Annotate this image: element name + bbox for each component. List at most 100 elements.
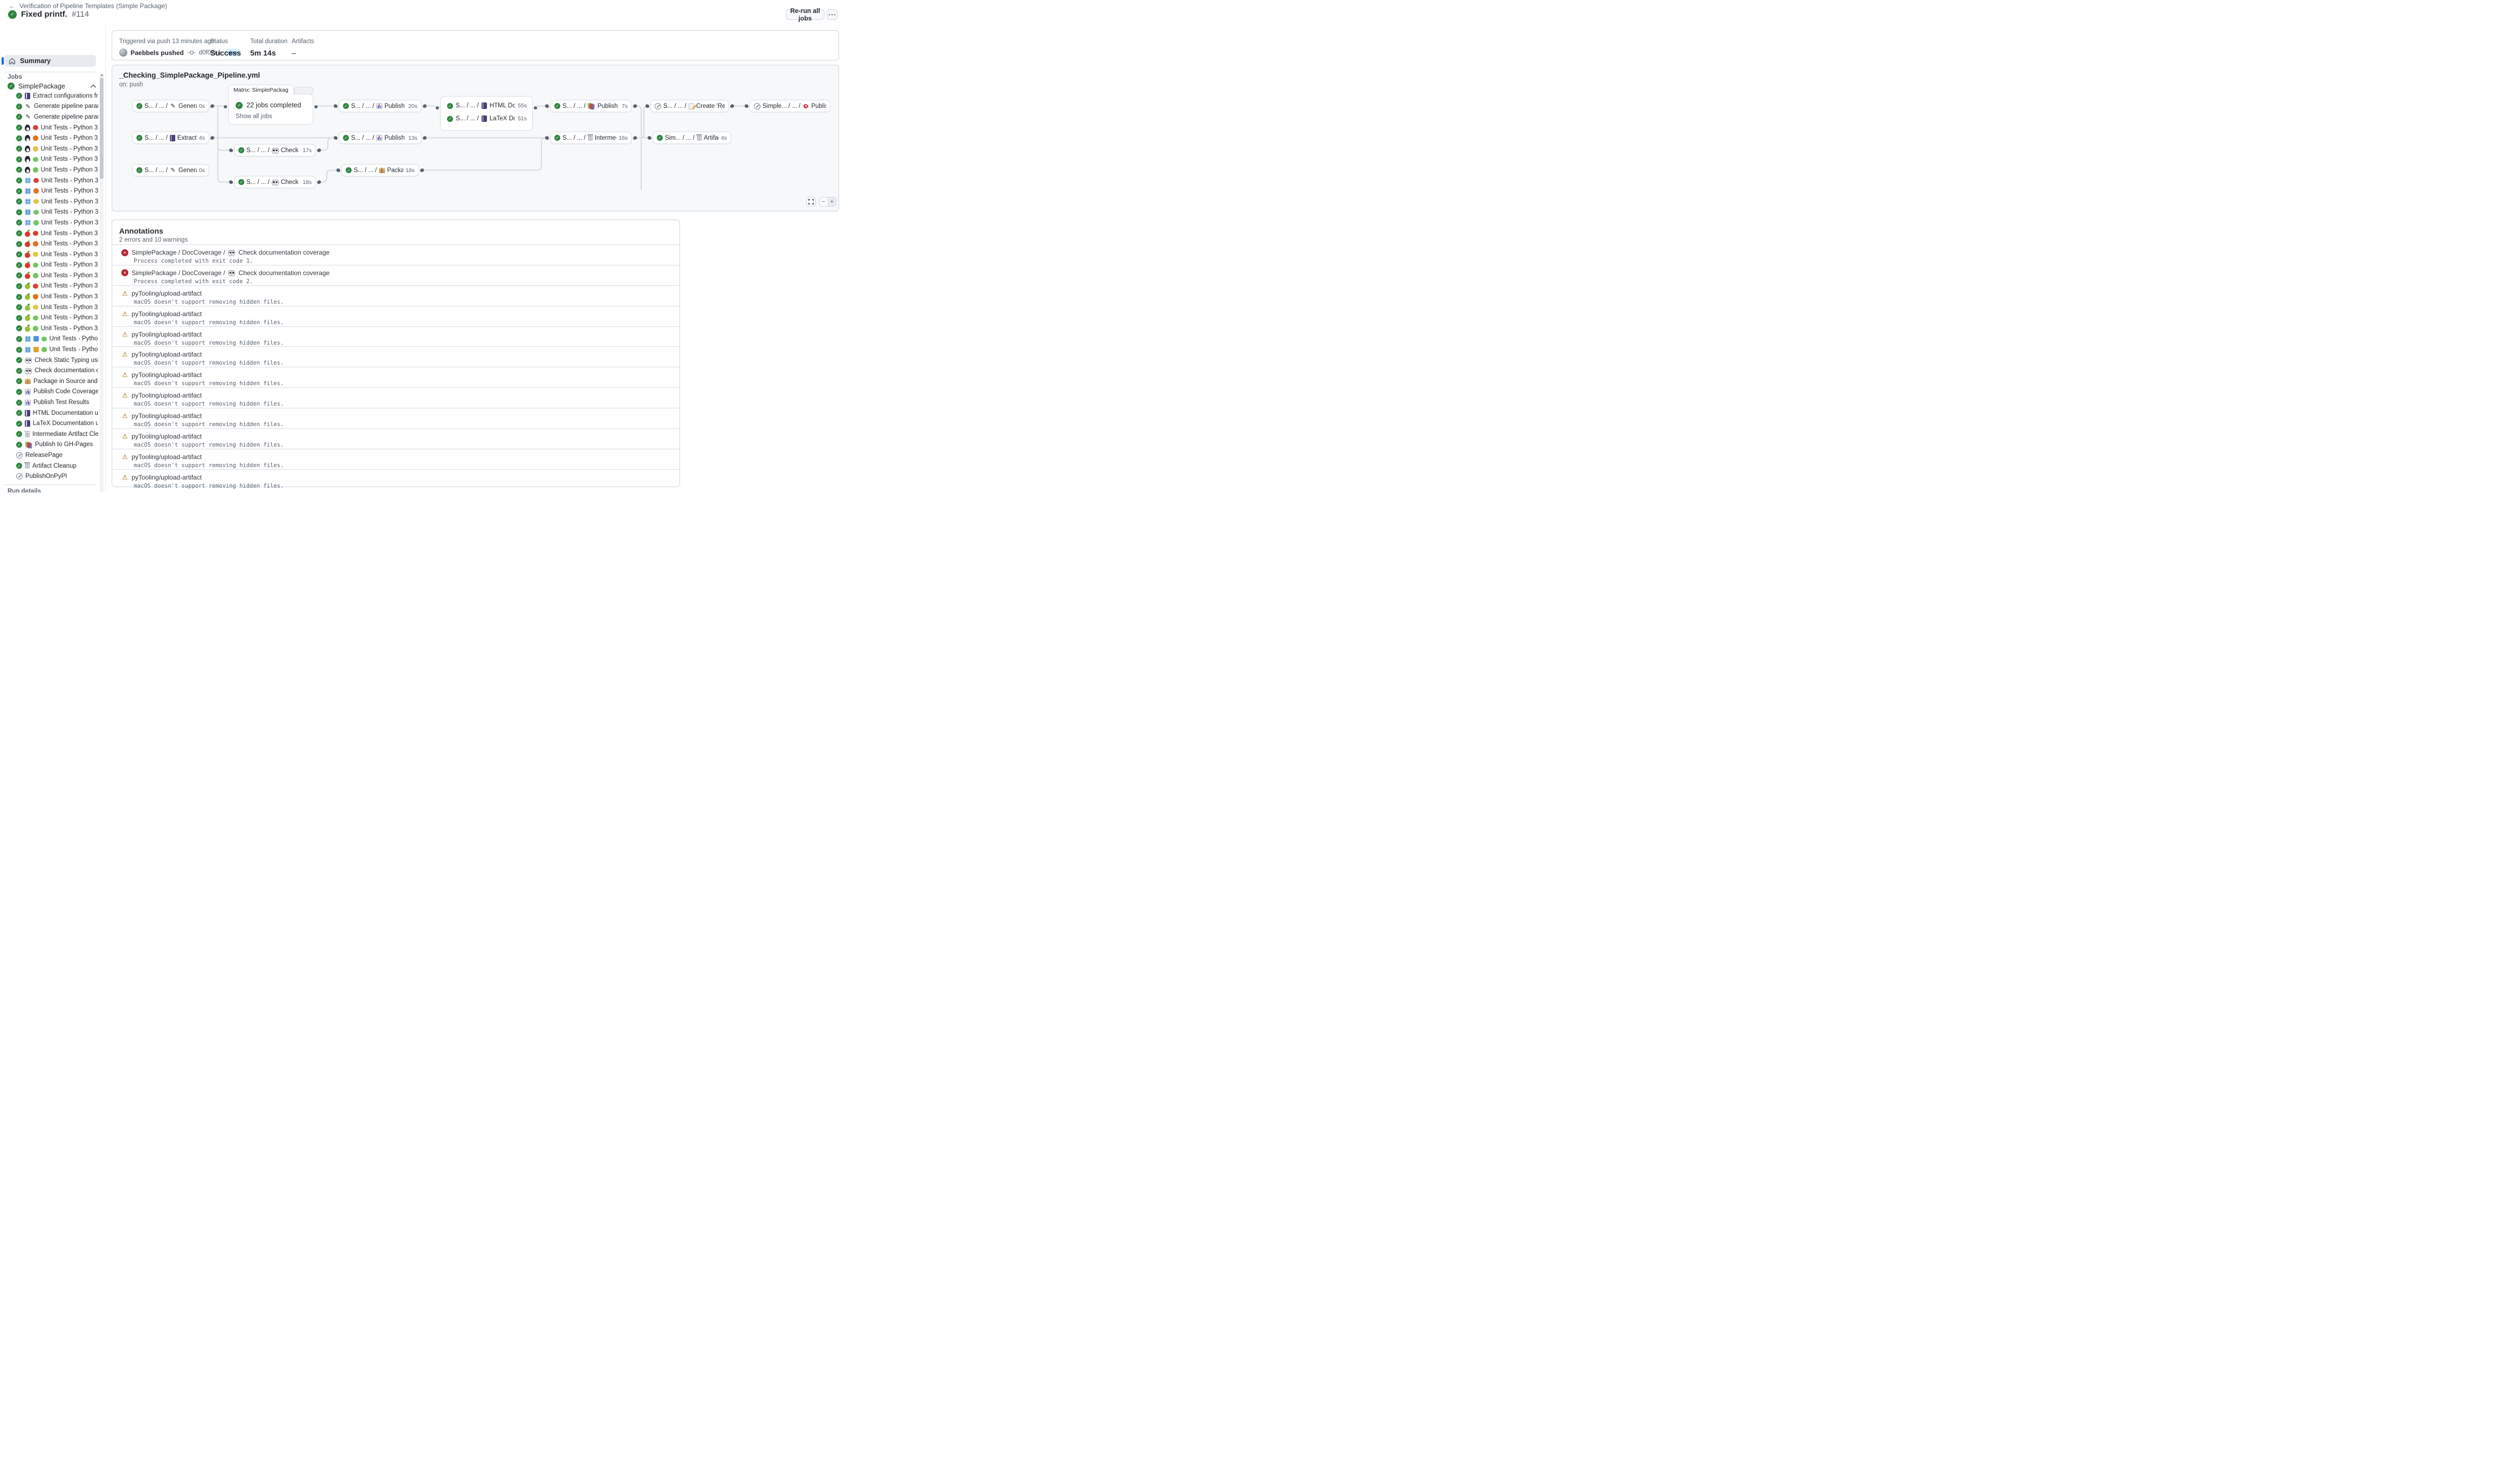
annotation-title-prefix[interactable]: SimplePackage / DocCoverage / [132,269,225,277]
sidebar-job-item[interactable]: Unit Tests - Python 3.9 [0,175,98,186]
graph-node[interactable]: S... / ... /Package in Sou...18s [341,164,419,176]
sidebar-job-item[interactable]: Unit Tests - Python 3.9 [0,122,98,133]
annotation-title-prefix[interactable]: SimplePackage / DocCoverage / [132,249,225,256]
windows-icon [25,188,31,194]
sidebar-job-item[interactable]: Intermediate Artifact Cleanup [0,429,98,440]
graph-node[interactable]: S... / ... /Check docume...18s [234,176,316,188]
sidebar-scrollbar-thumb[interactable] [100,78,104,179]
graph-node[interactable]: S... / ... /Publish to GH-P...7s [550,100,632,112]
graph-node[interactable]: Simple... / ... /Publish to PyPI [750,100,830,112]
sidebar-job-item[interactable]: Unit Tests - Python 3.10 [0,186,98,196]
sidebar-job-item[interactable]: Artifact Cleanup [0,461,98,471]
annotation-title[interactable]: pyTooling/upload-artifact [132,290,202,297]
breadcrumb-label[interactable]: Verification of Pipeline Templates (Simp… [19,2,167,10]
annotation-title[interactable]: pyTooling/upload-artifact [132,351,202,358]
docs-group-row[interactable]: S... / ... /HTML Docume...55s [447,100,527,111]
sidebar-job-item[interactable]: Publish to GH-Pages [0,440,98,450]
sidebar-job-item[interactable]: Unit Tests - Python 3.10 [0,291,98,302]
node-prefix: S... / ... / [663,103,686,110]
apple-red-icon [25,273,30,279]
graph-node[interactable]: S... / ... /Create 'Release Pa... [650,100,729,112]
annotation-message: Process completed with exit code 1. [134,258,679,264]
matrix-tab: Matrix: SimplePackage / UnitTest... [228,85,294,94]
sidebar-job-item[interactable]: Unit Tests - Python 3.9 [0,281,98,292]
sidebar-job-item[interactable]: Publish Test Results [0,397,98,408]
back-arrow-icon[interactable]: ← [9,2,15,10]
sidebar-job-item[interactable]: Unit Tests - Python 3.12 [0,154,98,165]
sidebar-item-summary[interactable]: Summary [4,55,96,67]
dot-red-icon [33,284,38,289]
annotation-message: macOS doesn't support removing hidden fi… [134,421,679,428]
sidebar-job-item[interactable]: Unit Tests - Python 3.9 [0,228,98,239]
sidebar-job-item[interactable]: HTML Documentation using ... [0,408,98,419]
sidebar-job-item[interactable]: Unit Tests - Python 3.11 [0,302,98,313]
graph-node[interactable]: Sim... / ... /Artifact Cleanup4s [653,132,731,144]
annotation-title[interactable]: pyTooling/upload-artifact [132,412,202,420]
sidebar-job-item[interactable]: Check documentation covera... [0,365,98,376]
annotation-title[interactable]: pyTooling/upload-artifact [132,433,202,440]
sidebar-job-item[interactable]: Unit Tests - Python 3.12 [0,344,98,355]
sidebar-job-item[interactable]: Unit Tests - Python 3.13 [0,270,98,281]
windows-icon [25,347,31,353]
eyes-icon [25,368,32,373]
annotation-title[interactable]: pyTooling/upload-artifact [132,453,202,461]
sidebar-job-item[interactable]: Unit Tests - Python 3.13 [0,165,98,175]
graph-node[interactable]: S... / ... /Check Static Ty...17s [234,144,316,156]
sidebar-group-simplepackage[interactable]: SimplePackage [8,81,96,91]
sidebar-job-item[interactable]: Unit Tests - Python 3.12 [0,207,98,218]
node-prefix: Simple... / ... / [763,103,800,110]
annotation-title[interactable]: pyTooling/upload-artifact [132,392,202,399]
annotation-row: pyTooling/upload-artifactmacOS doesn't s… [112,428,679,449]
show-all-jobs-link[interactable]: Show all jobs [236,113,313,120]
sidebar-job-item[interactable]: Unit Tests - Python 3.10 [0,238,98,249]
scrollbar-up-arrow-icon[interactable] [100,74,104,76]
apple-red-icon [25,242,30,247]
sidebar-job-item[interactable]: Unit Tests - Python 3.10 [0,133,98,143]
annotation-title[interactable]: pyTooling/upload-artifact [132,371,202,379]
fullscreen-button[interactable] [806,197,816,207]
kebab-menu-button[interactable]: ••• [827,9,837,20]
sidebar-job-item[interactable]: Unit Tests - Python 3.11 [0,249,98,260]
matrix-group-node[interactable]: 22 jobs completed Show all jobs [228,94,313,125]
zoom-out-button[interactable]: − [820,197,828,206]
job-label: Artifact Cleanup [32,463,98,469]
sidebar-job-item[interactable]: Package in Source and Wheel... [0,376,98,387]
sidebar-job-item[interactable]: Generate pipeline parameters [0,112,98,122]
sidebar-job-item[interactable]: Unit Tests - Python 3.13 [0,323,98,334]
annotation-title[interactable]: pyTooling/upload-artifact [132,310,202,318]
dot-orange-icon [33,135,38,141]
annotation-title[interactable]: Check documentation coverage [238,269,329,277]
rerun-all-jobs-button[interactable]: Re-run all jobs [786,9,825,20]
annotation-title[interactable]: Check documentation coverage [238,249,329,256]
graph-node[interactable]: S... / ... /Generate pipelin...0s [132,100,209,112]
sidebar-job-item[interactable]: ReleasePage [0,450,98,461]
sidebar-job-item[interactable]: Unit Tests - Python 3.12 [0,312,98,323]
sidebar-job-item[interactable]: Unit Tests - Python 3.12 [0,334,98,345]
sidebar-job-item[interactable]: Unit Tests - Python 3.11 [0,196,98,207]
sidebar-job-item[interactable]: Unit Tests - Python 3.12 [0,260,98,271]
annotation-title[interactable]: pyTooling/upload-artifact [132,474,202,481]
graph-node[interactable]: S... / ... /Intermediate A...16s [550,132,632,144]
sidebar-job-item[interactable]: Check Static Typing using Pyt... [0,355,98,366]
sidebar-job-item[interactable]: Unit Tests - Python 3.13 [0,217,98,228]
chevron-up-icon[interactable] [91,84,96,88]
sidebar-job-item[interactable]: LaTeX Documentation using ... [0,418,98,429]
node-prefix: S... / ... / [246,147,270,154]
docs-group-row[interactable]: S... / ... /LaTeX Docume...51s [447,113,527,124]
job-label: Generate pipeline parameters [34,114,98,120]
sidebar-job-item[interactable]: PublishOnPyPI [0,471,98,482]
annotation-title[interactable]: pyTooling/upload-artifact [132,331,202,338]
sidebar-job-item[interactable]: Extract configurations from p... [0,91,98,101]
node-label: Generate pipelin... [178,167,197,174]
avatar[interactable] [119,49,127,57]
dot-green-icon [33,157,38,162]
graph-node[interactable]: S... / ... /Publish Test Re...13s [339,132,422,144]
sidebar-job-item[interactable]: Generate pipeline parameters [0,101,98,112]
zoom-in-button[interactable]: + [828,197,836,206]
breadcrumb[interactable]: ← Verification of Pipeline Templates (Si… [9,2,167,10]
sidebar-job-item[interactable]: Publish Code Coverage Results [0,387,98,398]
graph-node[interactable]: S... / ... /Publish Code C...20s [339,100,422,112]
graph-node[interactable]: S... / ... /Extract configur...4s [132,132,209,144]
graph-node[interactable]: S... / ... /Generate pipelin...0s [132,164,209,176]
sidebar-job-item[interactable]: Unit Tests - Python 3.11 [0,143,98,154]
